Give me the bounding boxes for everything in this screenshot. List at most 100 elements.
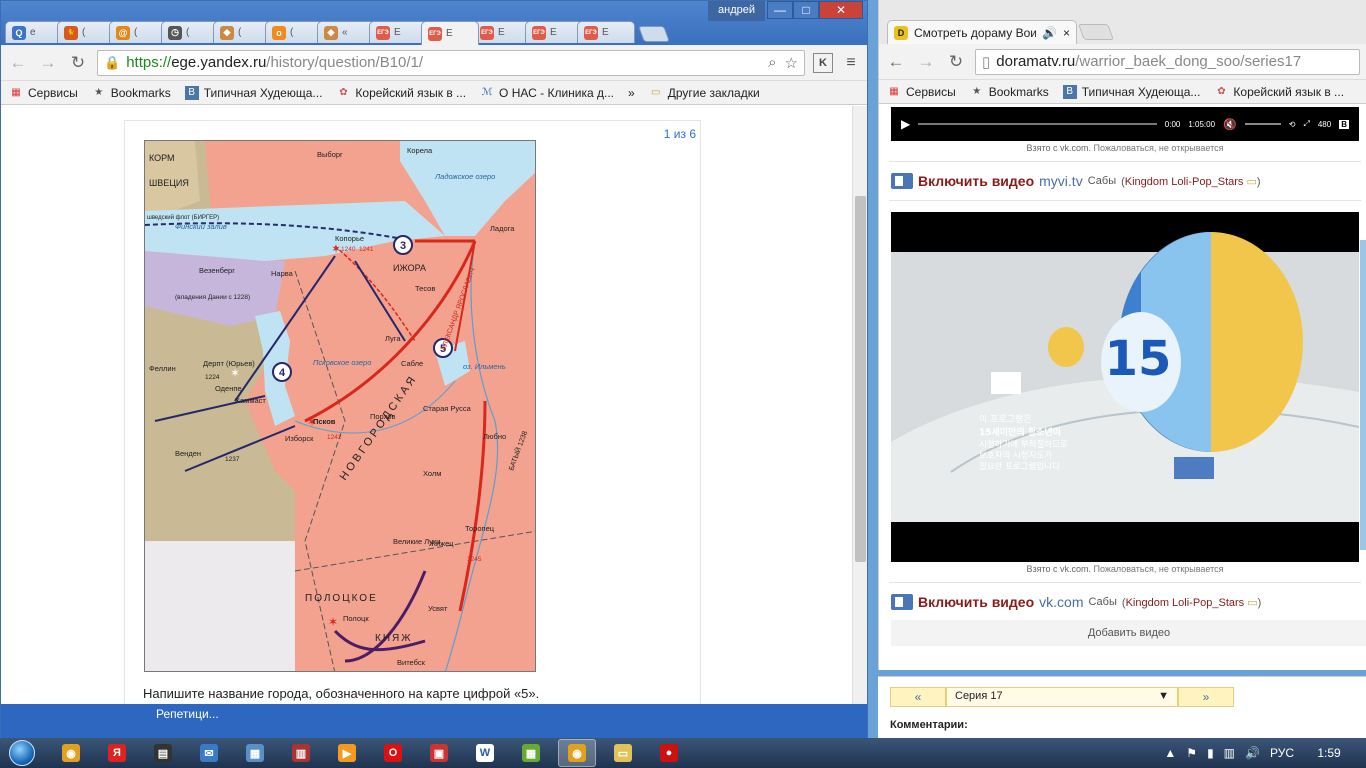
minimize-button[interactable]: —: [767, 1, 793, 19]
taskbar-app[interactable]: Я: [98, 739, 136, 767]
close-button[interactable]: ✕: [819, 1, 863, 19]
series-select[interactable]: Серия 17 ▼: [946, 687, 1178, 707]
timeline-slider[interactable]: [918, 123, 1157, 125]
address-bar[interactable]: 🔒 https://ege.yandex.ru/history/question…: [97, 49, 805, 76]
back-button[interactable]: ←: [7, 52, 29, 74]
browser-tab[interactable]: ЕГЭ Е: [525, 21, 583, 43]
kaspersky-icon[interactable]: K: [813, 52, 833, 73]
volume-icon[interactable]: 🔊: [1245, 746, 1260, 760]
system-tray: ▲ ⚑ ▮ ▥ 🔊 РУС 1:59: [1164, 746, 1366, 760]
browser-tab[interactable]: ЕГЭ Е: [369, 21, 427, 43]
speaker-icon: 🔊: [1042, 25, 1057, 40]
map-label-vladenia: (владения Дании с 1228): [175, 294, 250, 301]
close-tab-icon[interactable]: ×: [1063, 26, 1070, 40]
add-video-button[interactable]: Добавить видео: [891, 620, 1366, 646]
taskbar-app[interactable]: ▶: [328, 739, 366, 767]
taskbar-app[interactable]: ▭: [604, 739, 642, 767]
star-icon[interactable]: ☆: [785, 54, 798, 72]
flag-icon[interactable]: ⚑: [1186, 746, 1197, 760]
volume-slider[interactable]: [1244, 123, 1281, 125]
browser-tab[interactable]: ЕГЭ Е: [421, 21, 479, 45]
search-icon[interactable]: ⌕: [768, 54, 776, 72]
enable-video-vk[interactable]: Включить видео vk.com Сабы (Kingdom Loli…: [891, 594, 1261, 610]
taskbar-app[interactable]: ◉: [52, 739, 90, 767]
user-profile-button[interactable]: андрей: [708, 1, 765, 21]
reload-button[interactable]: ↻: [945, 51, 967, 73]
taskbar-app[interactable]: O: [374, 739, 412, 767]
taskbar-app[interactable]: ◉: [558, 739, 596, 767]
browser-tab[interactable]: ЕГЭ Е: [577, 21, 635, 43]
bookmark-vk[interactable]: B Типичная Худеюща...: [1062, 84, 1200, 99]
scroll-thumb[interactable]: [855, 196, 866, 562]
fullscreen-icon[interactable]: ⤢: [1303, 119, 1309, 129]
new-tab-button[interactable]: [1078, 24, 1114, 40]
bookmark-services[interactable]: ▦ Сервисы: [9, 86, 77, 100]
bookmark-services[interactable]: ▦ Сервисы: [887, 85, 955, 99]
network-icon[interactable]: ▥: [1224, 746, 1235, 760]
address-bar[interactable]: ▯ doramatv.ru/warrior_baek_dong_soo/seri…: [975, 48, 1360, 75]
map-label-izhora: ИЖОРА: [393, 263, 426, 273]
battery-icon[interactable]: ▮: [1207, 746, 1214, 760]
map-number-4: 4: [279, 367, 286, 379]
browser-tab[interactable]: Qе: [5, 21, 63, 43]
video-frame[interactable]: 15 이 프로그램은 15세미만의 청소년이 시청하기에 부적절하므로 보호자의…: [891, 212, 1359, 562]
tab-dorama[interactable]: D Смотреть дораму Вои 🔊 ×: [887, 20, 1077, 44]
vertical-scrollbar[interactable]: [852, 106, 867, 704]
enable-video-myvi[interactable]: Включить видео myvi.tv Сабы (Kingdom Lol…: [891, 173, 1261, 189]
map-label-izborsk: Изборск: [285, 434, 314, 443]
browser-tab[interactable]: ЕГЭ Е: [473, 21, 531, 43]
browser-tab[interactable]: ◆(: [213, 21, 271, 43]
reload-button[interactable]: ↻: [67, 52, 89, 74]
other-bookmarks[interactable]: ▭ Другие закладки: [649, 86, 760, 100]
complain-link[interactable]: Пожаловаться, не открывается: [1094, 143, 1224, 153]
new-tab-button[interactable]: [638, 26, 670, 42]
forward-button[interactable]: →: [37, 52, 59, 74]
bookmarks-more[interactable]: »: [628, 86, 635, 100]
bookmark-korean[interactable]: ✿ Корейский язык в ...: [336, 86, 466, 100]
browser-tab[interactable]: @(: [109, 21, 167, 43]
map-label-korela: Корела: [407, 146, 433, 155]
video-icon: [891, 594, 913, 610]
svg-text:✶: ✶: [328, 615, 338, 629]
taskbar-apps: ◉ Я ▤ ✉ ▦ ▥ ▶ O ▣ W ▦ ◉ ▭ ●: [44, 739, 688, 767]
browser-tab[interactable]: ◷(: [161, 21, 219, 43]
bookmark-bookmarks[interactable]: ★ Bookmarks: [970, 85, 1049, 99]
browser-tab[interactable]: о(: [265, 21, 323, 43]
map-label-vesenberg: Везенберг: [199, 266, 235, 275]
start-button[interactable]: [0, 738, 44, 768]
bookmark-korean[interactable]: ✿ Корейский язык в ...: [1214, 85, 1344, 99]
bookmark-bookmarks[interactable]: ★ Bookmarks: [92, 86, 171, 100]
browser-tab[interactable]: ◆ «: [317, 21, 375, 43]
prev-series-button[interactable]: «: [890, 687, 946, 707]
bookmark-vk[interactable]: B Типичная Худеюща...: [184, 85, 322, 100]
mute-icon[interactable]: 🔇: [1223, 118, 1237, 131]
taskbar-app[interactable]: ●: [650, 739, 688, 767]
vk-logo-icon[interactable]: B: [1339, 119, 1349, 129]
url-text: https://ege.yandex.ru/history/question/B…: [126, 54, 424, 71]
windows-orb-icon: [9, 740, 35, 766]
taskbar-app[interactable]: W: [466, 739, 504, 767]
question-counter[interactable]: 1 из 6: [664, 127, 696, 141]
complain-link[interactable]: Пожаловаться, не открывается: [1094, 564, 1224, 574]
taskbar-app[interactable]: ✉: [190, 739, 228, 767]
browser-window-right: D Смотреть дораму Вои 🔊 × ← → ↻ ▯ dorama…: [878, 0, 1366, 670]
taskbar-app[interactable]: ▤: [144, 739, 182, 767]
quality-select[interactable]: 480: [1318, 120, 1331, 129]
taskbar-app[interactable]: ▣: [420, 739, 458, 767]
forward-button[interactable]: →: [915, 51, 937, 73]
taskbar-app[interactable]: ▦: [512, 739, 550, 767]
menu-icon[interactable]: ≡: [841, 54, 861, 72]
maximize-button[interactable]: □: [793, 1, 819, 19]
loop-icon[interactable]: ⟲: [1289, 120, 1296, 129]
next-series-button[interactable]: »: [1178, 687, 1234, 707]
taskbar-app[interactable]: ▥: [282, 739, 320, 767]
play-icon[interactable]: ▶: [901, 117, 910, 131]
language-indicator[interactable]: РУС: [1270, 746, 1294, 760]
browser-tab[interactable]: 🐈(: [57, 21, 115, 43]
back-button[interactable]: ←: [885, 51, 907, 73]
taskbar-app[interactable]: ▦: [236, 739, 274, 767]
bookmark-clinic[interactable]: ℳО НАС - Клиника д...: [480, 86, 614, 100]
diamond-icon: ◆: [324, 25, 338, 40]
clock[interactable]: 1:59: [1304, 746, 1354, 760]
show-hidden-icon[interactable]: ▲: [1164, 746, 1176, 760]
